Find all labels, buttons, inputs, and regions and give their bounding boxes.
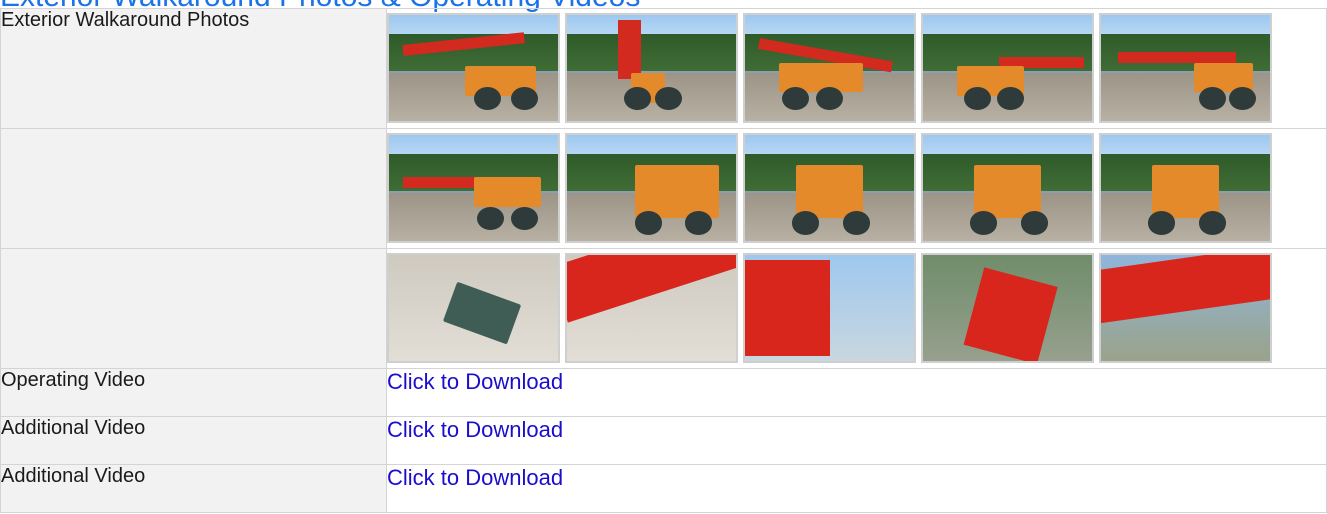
photo-thumbnail[interactable]: [921, 133, 1094, 243]
photo-thumbnail[interactable]: [743, 133, 916, 243]
photo-cell: [386, 248, 1327, 369]
photo-row-3: [0, 248, 1327, 369]
photo-thumbnail[interactable]: [387, 13, 560, 123]
media-table: Exterior Walkaround Photos Operating Vid…: [0, 8, 1327, 513]
empty-label: [0, 248, 387, 369]
photo-thumbnail[interactable]: [565, 253, 738, 363]
download-link[interactable]: Click to Download: [387, 465, 563, 490]
photo-thumbnail[interactable]: [1099, 253, 1272, 363]
video-label: Operating Video: [0, 368, 387, 417]
video-label: Additional Video: [0, 464, 387, 513]
video-row-operating: Operating Video Click to Download: [0, 368, 1327, 417]
video-label: Additional Video: [0, 416, 387, 465]
photo-cell: [386, 128, 1327, 249]
photo-thumbnail[interactable]: [565, 13, 738, 123]
video-link-cell: Click to Download: [386, 368, 1327, 417]
download-link[interactable]: Click to Download: [387, 369, 563, 394]
photo-thumbnail[interactable]: [565, 133, 738, 243]
photo-thumbnail[interactable]: [921, 253, 1094, 363]
photo-thumbnail[interactable]: [1099, 13, 1272, 123]
download-link[interactable]: Click to Download: [387, 417, 563, 442]
photo-thumbnail[interactable]: [387, 133, 560, 243]
photo-cell: [386, 8, 1327, 129]
photo-row-2: [0, 128, 1327, 249]
photo-thumbnail[interactable]: [743, 253, 916, 363]
photos-label: Exterior Walkaround Photos: [0, 8, 387, 129]
video-row-additional-2: Additional Video Click to Download: [0, 464, 1327, 513]
video-link-cell: Click to Download: [386, 416, 1327, 465]
photo-thumbnail[interactable]: [387, 253, 560, 363]
empty-label: [0, 128, 387, 249]
photo-thumbnail[interactable]: [743, 13, 916, 123]
photo-row-1: Exterior Walkaround Photos: [0, 8, 1327, 129]
video-link-cell: Click to Download: [386, 464, 1327, 513]
video-row-additional-1: Additional Video Click to Download: [0, 416, 1327, 465]
photo-thumbnail[interactable]: [921, 13, 1094, 123]
photo-thumbnail[interactable]: [1099, 133, 1272, 243]
